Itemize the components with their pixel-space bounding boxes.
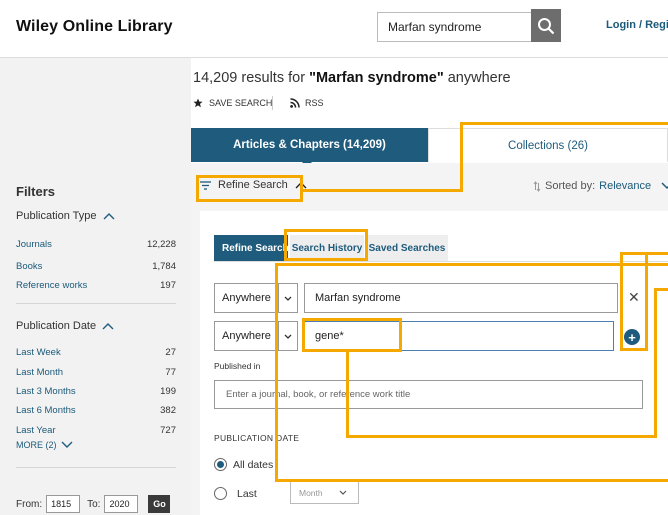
refine-search-label: Refine Search (218, 179, 288, 191)
filter-books[interactable]: Books 1,784 (16, 261, 176, 272)
divider (272, 96, 273, 110)
publication-date-toggle[interactable]: Publication Date (16, 320, 114, 332)
month-select-value: Month (299, 487, 323, 498)
search-icon (538, 17, 555, 34)
search-term-input-1[interactable]: Marfan syndrome (304, 283, 618, 313)
rss-link[interactable]: RSS (290, 98, 324, 108)
sorted-by-value: Relevance (599, 180, 652, 192)
published-in-label: Published in (214, 361, 261, 371)
radio-last[interactable]: Last (214, 487, 257, 500)
filter-lines-icon (200, 180, 211, 190)
to-year-input[interactable]: 2020 (104, 495, 139, 513)
chevron-up-icon (102, 323, 114, 330)
tab-articles-chapters[interactable]: Articles & Chapters (14,209) (191, 128, 428, 162)
close-icon[interactable]: ✕ (628, 289, 640, 306)
publication-type-title: Publication Type (16, 210, 97, 222)
radio-last-label: Last (237, 487, 257, 500)
filter-journals[interactable]: Journals 12,228 (16, 239, 176, 250)
month-select[interactable]: Month (290, 481, 359, 504)
filter-last-year[interactable]: Last Year 727 (16, 425, 176, 436)
from-year-input[interactable]: 1815 (46, 495, 81, 513)
radio-all-dates[interactable]: All dates (214, 458, 273, 471)
site-logo[interactable]: Wiley Online Library (16, 18, 173, 36)
search-input[interactable]: Marfan syndrome (377, 12, 532, 42)
save-search-label: SAVE SEARCH (209, 98, 273, 108)
login-register-link[interactable]: Login / Registe (606, 19, 668, 31)
chevron-down-icon (278, 284, 297, 312)
go-button[interactable]: Go (148, 495, 171, 513)
filter-last-3-months[interactable]: Last 3 Months 199 (16, 386, 176, 397)
date-range: From: 1815 To: 2020 Go (16, 495, 171, 513)
to-label: To: (87, 498, 101, 510)
tab-collections[interactable]: Collections (26) (428, 128, 668, 162)
radio-unchecked-icon (214, 487, 227, 500)
chevron-down-icon (61, 441, 72, 448)
publication-date-title: Publication Date (16, 320, 97, 332)
field-select-value: Anywhere (222, 330, 271, 342)
results-heading: 14,209 results for "Marfan syndrome" any… (193, 70, 511, 86)
search-term-input-2[interactable]: gene* (304, 321, 614, 351)
chevron-up-icon (295, 182, 307, 189)
from-label: From: (16, 498, 43, 510)
subtab-refine-search[interactable]: Refine Search (214, 235, 288, 261)
filter-last-6-months[interactable]: Last 6 Months 382 (16, 405, 176, 416)
sorted-by-label: Sorted by: (545, 180, 596, 192)
subtab-saved-searches[interactable]: Saved Searches (366, 235, 448, 261)
publication-date-label: PUBLICATION DATE (214, 433, 300, 443)
star-icon (193, 98, 203, 108)
filters-title: Filters (16, 184, 56, 199)
search-button[interactable] (531, 9, 561, 42)
rss-icon (290, 98, 300, 108)
more-dates-link[interactable]: MORE (2) (16, 440, 73, 450)
results-query: "Marfan syndrome" (309, 70, 444, 86)
field-select-2[interactable]: Anywhere (214, 321, 298, 351)
field-select-1[interactable]: Anywhere (214, 283, 298, 313)
plus-icon[interactable]: + (624, 329, 640, 345)
chevron-up-icon (103, 213, 115, 220)
filter-divider (16, 467, 176, 468)
sort-dropdown[interactable]: Sorted by: Relevance (533, 180, 668, 192)
chevron-down-icon (278, 322, 297, 350)
chevron-down-icon (339, 490, 347, 495)
field-select-value: Anywhere (222, 292, 271, 304)
save-search-button[interactable]: SAVE SEARCH (193, 98, 272, 108)
published-in-input[interactable]: Enter a journal, book, or reference work… (214, 380, 643, 409)
rss-label: RSS (305, 98, 324, 108)
filter-last-week[interactable]: Last Week 27 (16, 347, 176, 358)
filter-last-month[interactable]: Last Month 77 (16, 367, 176, 378)
subtab-search-history[interactable]: Search History (290, 235, 364, 261)
refine-search-toggle[interactable]: Refine Search (200, 179, 307, 191)
subtab-divider (214, 261, 668, 262)
more-label: MORE (2) (16, 440, 57, 450)
chevron-down-icon (661, 182, 668, 190)
publication-type-toggle[interactable]: Publication Type (16, 210, 115, 222)
filter-divider (16, 303, 176, 304)
filter-reference-works[interactable]: Reference works 197 (16, 280, 176, 291)
sort-arrows-icon (533, 180, 541, 192)
radio-checked-icon (214, 458, 227, 471)
radio-all-dates-label: All dates (233, 458, 274, 471)
